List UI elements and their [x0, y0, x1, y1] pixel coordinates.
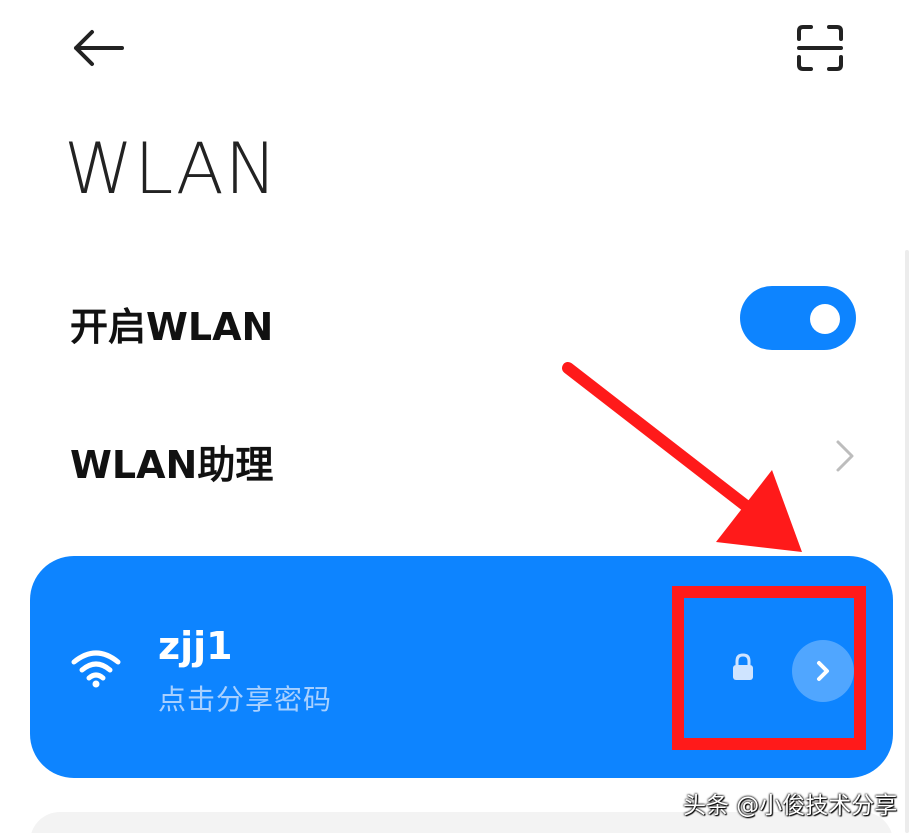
watermark-text: 头条 @小俊技术分享 [683, 793, 898, 819]
toggle-knob [810, 304, 840, 334]
scrollbar[interactable] [905, 250, 909, 833]
arrow-left-icon [74, 30, 124, 66]
page-title: WLAN [64, 128, 279, 210]
back-button[interactable] [62, 18, 134, 78]
wifi-icon [71, 650, 121, 688]
annotation-highlight-box [672, 586, 866, 750]
share-password-hint[interactable]: 点击分享密码 [158, 678, 332, 718]
wlan-toggle-label: 开启WLAN [70, 305, 274, 349]
wlan-assistant-item[interactable]: WLAN助理 [70, 434, 273, 489]
network-ssid: zjj1 [158, 624, 233, 668]
scan-frame-icon [797, 25, 843, 71]
scan-button[interactable] [786, 14, 854, 82]
annotation-arrow [562, 362, 802, 552]
